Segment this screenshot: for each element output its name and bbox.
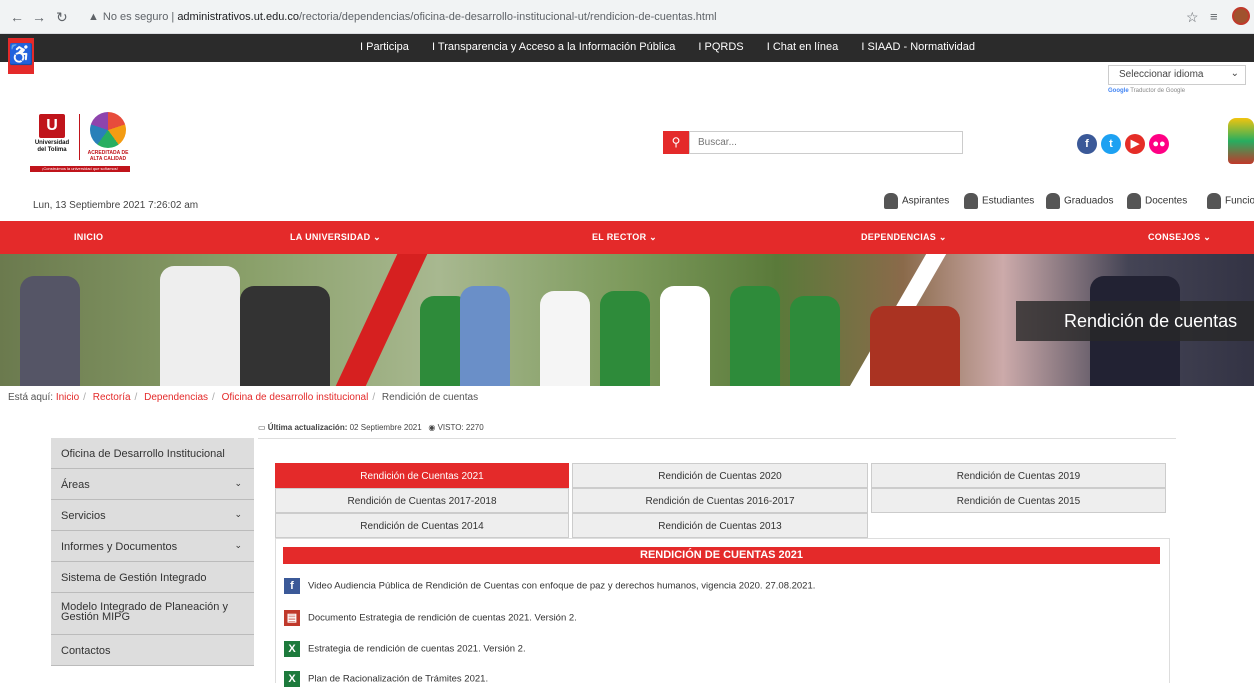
breadcrumb-rectoria[interactable]: Rectoría (93, 392, 131, 403)
tab-2013[interactable]: Rendición de Cuentas 2013 (572, 513, 868, 538)
accreditation-text: ACREDITADA DE ALTA CALIDAD (87, 150, 129, 162)
ut-shield-icon: U (39, 114, 65, 138)
breadcrumb-oficina[interactable]: Oficina de desarrollo institucional (222, 392, 369, 403)
audience-aspirantes[interactable]: Aspirantes (884, 193, 949, 209)
chevron-down-icon: ⌄ (234, 540, 242, 550)
twitter-icon[interactable]: t (1101, 134, 1121, 154)
divider (258, 438, 1176, 439)
tab-2020[interactable]: Rendición de Cuentas 2020 (572, 463, 868, 488)
banner-title: Rendición de cuentas (1016, 301, 1254, 341)
audience-docentes[interactable]: Docentes (1127, 193, 1187, 209)
calendar-icon: ▭ (258, 423, 266, 432)
top-links: I Participa I Transparencia y Acceso a l… (360, 41, 995, 53)
colombia-seal-icon (1228, 118, 1254, 164)
forward-icon[interactable]: → (32, 9, 46, 25)
warning-icon: ▲ (88, 11, 99, 23)
sidebar: Oficina de Desarrollo Institucional Área… (51, 438, 254, 666)
sidebar-item-informes[interactable]: Informes y Documentos ⌄ (51, 531, 254, 562)
main-nav: INICIO LA UNIVERSIDAD ⌄ EL RECTOR ⌄ DEPE… (0, 221, 1254, 254)
link-siaad[interactable]: I SIAAD - Normatividad (861, 41, 975, 53)
excel-icon: X (284, 671, 300, 687)
sidebar-item-sistema[interactable]: Sistema de Gestión Integrado (51, 562, 254, 593)
audience-funcionarios[interactable]: Funcio (1207, 193, 1254, 209)
language-select[interactable]: Seleccionar idioma ⌄ (1108, 65, 1246, 85)
nav-consejos[interactable]: CONSEJOS ⌄ (1148, 232, 1211, 243)
profile-avatar[interactable] (1232, 7, 1250, 25)
audience-estudiantes[interactable]: Estudiantes (964, 193, 1034, 209)
breadcrumb-dependencias[interactable]: Dependencias (144, 392, 208, 403)
nav-rector[interactable]: EL RECTOR ⌄ (592, 232, 657, 243)
search-input[interactable] (689, 131, 963, 154)
ut-logo-text: Universidad del Tolima (34, 140, 70, 153)
staff-icon (1207, 193, 1221, 209)
link-participa[interactable]: I Participa (360, 41, 409, 53)
pdf-icon: ▤ (284, 610, 300, 626)
flickr-icon[interactable]: ●● (1149, 134, 1169, 154)
reload-icon[interactable]: ↻ (56, 9, 68, 26)
teacher-icon (1127, 193, 1141, 209)
update-info: ▭ Última actualización: 02 Septiembre 20… (258, 423, 484, 432)
person-icon (884, 193, 898, 209)
sidebar-item-oficina[interactable]: Oficina de Desarrollo Institucional (51, 438, 254, 469)
bookmark-star-icon[interactable]: ☆ (1186, 9, 1199, 26)
accreditation-logo: ACREDITADA DE ALTA CALIDAD (86, 112, 130, 162)
sidebar-item-contactos[interactable]: Contactos (51, 635, 254, 666)
google-translate-credit: Google Traductor de Google (1108, 88, 1186, 94)
breadcrumb: Está aquí: Inicio / Rectoría / Dependencia… (8, 392, 479, 403)
tab-2016-2017[interactable]: Rendición de Cuentas 2016-2017 (572, 488, 868, 513)
tab-2015[interactable]: Rendición de Cuentas 2015 (871, 488, 1166, 513)
address-bar[interactable]: ▲ No es seguro | administrativos.ut.edu.c… (80, 6, 1200, 28)
url-host: administrativos.ut.edu.co (177, 11, 299, 23)
audience-graduados[interactable]: Graduados (1046, 193, 1113, 209)
breadcrumb-current: Rendición de cuentas (381, 392, 479, 403)
browser-toolbar: ← → ↻ ▲ No es seguro | administrativos.ut… (0, 0, 1254, 34)
link-pqrds[interactable]: I PQRDS (698, 41, 743, 53)
accessibility-icon[interactable]: ♿ (8, 38, 34, 74)
excel-icon: X (284, 641, 300, 657)
students-icon (964, 193, 978, 209)
search-icon: ⚲ (671, 135, 681, 149)
link-transparencia[interactable]: I Transparencia y Acceso a la Informació… (432, 41, 675, 53)
document-link[interactable]: f Video Audiencia Pública de Rendición de… (284, 578, 815, 594)
tab-2017-2018[interactable]: Rendición de Cuentas 2017-2018 (275, 488, 569, 513)
tab-2021[interactable]: Rendición de Cuentas 2021 (275, 463, 569, 488)
back-icon[interactable]: ← (10, 9, 24, 25)
eye-icon: ◉ (428, 423, 436, 432)
search-button[interactable]: ⚲ (663, 131, 689, 154)
chevron-down-icon: ⌄ (234, 478, 242, 488)
nav-inicio[interactable]: INICIO (74, 232, 103, 242)
reading-list-icon[interactable]: ≡ (1210, 9, 1218, 24)
facebook-icon: f (284, 578, 300, 594)
slogan-banner: ¡Construimos la universidad que soñamos! (30, 166, 130, 172)
tab-2019[interactable]: Rendición de Cuentas 2019 (871, 463, 1166, 488)
link-chat[interactable]: I Chat en línea (767, 41, 839, 53)
sidebar-item-areas[interactable]: Áreas ⌄ (51, 469, 254, 500)
facebook-icon[interactable]: f (1077, 134, 1097, 154)
accreditation-circle-icon (90, 112, 126, 148)
chevron-down-icon: ⌄ (1230, 68, 1239, 79)
view-count: VISTO: 2270 (437, 423, 484, 432)
current-date: Lun, 13 Septiembre 2021 7:26:02 am (33, 200, 199, 211)
graduate-icon (1046, 193, 1060, 209)
document-link[interactable]: X Estrategia de rendición de cuentas 2021… (284, 641, 526, 657)
logo-divider (79, 114, 80, 160)
document-link[interactable]: ▤ Documento Estrategia de rendición de cu… (284, 610, 577, 626)
security-label: No es seguro (102, 11, 169, 23)
url-path: /rectoria/dependencias/oficina-de-desarr… (298, 11, 717, 23)
nav-universidad[interactable]: LA UNIVERSIDAD ⌄ (290, 232, 381, 243)
tab-2014[interactable]: Rendición de Cuentas 2014 (275, 513, 569, 538)
breadcrumb-inicio[interactable]: Inicio (56, 392, 79, 403)
youtube-icon[interactable]: ▶ (1125, 134, 1145, 154)
ut-logo[interactable]: U Universidad del Tolima (30, 114, 74, 168)
panel-title: RENDICIÓN DE CUENTAS 2021 (283, 547, 1160, 564)
nav-dependencias[interactable]: DEPENDENCIAS ⌄ (861, 232, 947, 243)
document-link[interactable]: X Plan de Racionalización de Trámites 202… (284, 671, 488, 687)
sidebar-item-mipg[interactable]: Modelo Integrado de Planeación y Gestión… (51, 593, 254, 635)
language-select-value: Seleccionar idioma (1119, 69, 1204, 80)
sidebar-item-servicios[interactable]: Servicios ⌄ (51, 500, 254, 531)
chevron-down-icon: ⌄ (234, 509, 242, 519)
